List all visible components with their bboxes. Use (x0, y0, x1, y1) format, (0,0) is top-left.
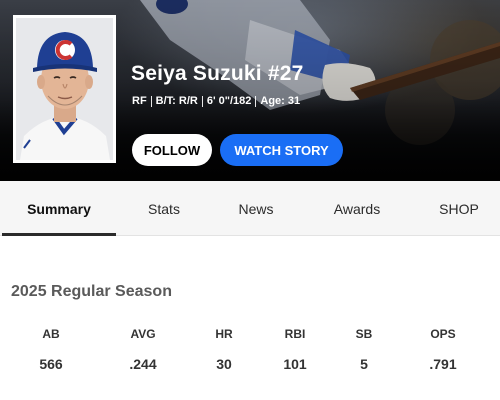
player-headshot-image (16, 18, 113, 160)
stat-value-hr: 30 (216, 356, 232, 372)
player-hero-banner: Seiya Suzuki #27 RF B/T: R/R 6' 0"/182 A… (0, 0, 500, 181)
active-tab-indicator (2, 233, 116, 236)
season-title: 2025 Regular Season (11, 283, 172, 300)
player-headshot (13, 15, 116, 163)
stat-value-rbi: 101 (283, 356, 307, 372)
stat-value-avg: .244 (129, 356, 157, 372)
bio-divider (201, 95, 203, 107)
player-bats-throws: B/T: R/R (155, 95, 198, 107)
tab-stats[interactable]: Stats (126, 181, 202, 236)
stat-label-ab: AB (42, 327, 60, 341)
watch-story-button[interactable]: WATCH STORY (220, 134, 343, 166)
tab-awards[interactable]: Awards (316, 181, 398, 236)
stat-label-hr: HR (215, 327, 233, 341)
tab-news[interactable]: News (216, 181, 296, 236)
player-tab-bar: Summary Stats News Awards SHOP (0, 181, 500, 236)
stat-label-sb: SB (355, 327, 373, 341)
stat-value-sb: 5 (360, 356, 368, 372)
player-name: Seiya Suzuki #27 (131, 62, 304, 85)
stat-label-ops: OPS (430, 327, 456, 341)
bio-divider (150, 95, 152, 107)
stat-label-avg: AVG (130, 327, 156, 341)
stat-value-ab: 566 (39, 356, 63, 372)
stat-label-rbi: RBI (284, 327, 306, 341)
player-position: RF (132, 95, 147, 107)
tab-summary[interactable]: Summary (2, 181, 116, 236)
stat-value-ops: .791 (429, 356, 457, 372)
player-bio-line: RF B/T: R/R 6' 0"/182 Age: 31 (132, 95, 300, 107)
follow-button[interactable]: FOLLOW (132, 134, 212, 166)
player-age: Age: 31 (260, 95, 301, 107)
bio-divider (255, 95, 257, 107)
player-height-weight: 6' 0"/182 (206, 95, 252, 107)
tab-shop[interactable]: SHOP (424, 181, 494, 236)
